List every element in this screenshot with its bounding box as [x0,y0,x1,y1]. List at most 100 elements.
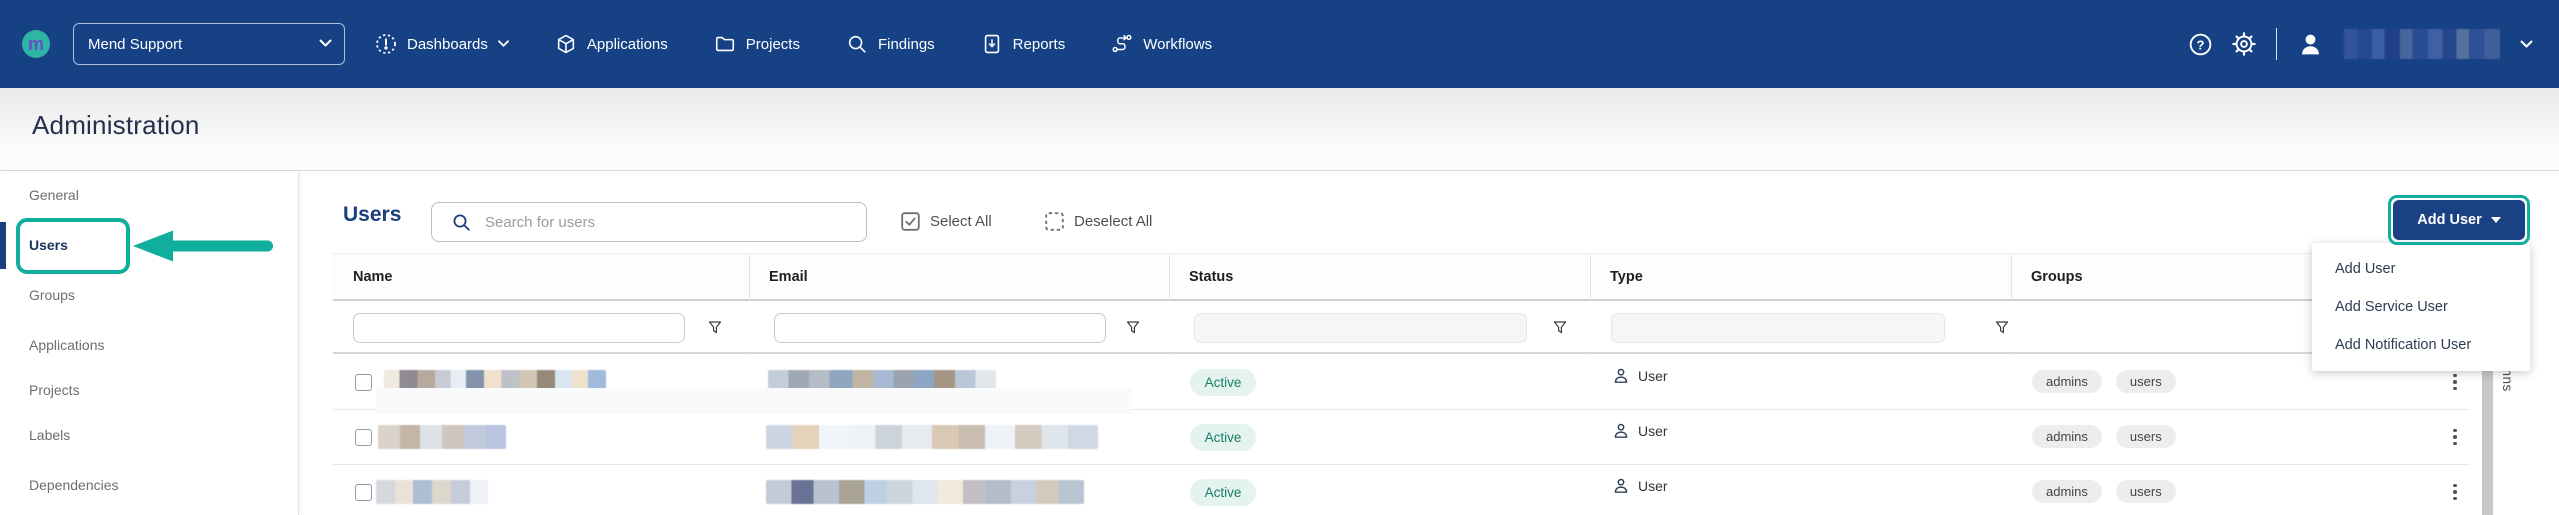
top-navbar: m Mend Support Dashboards [0,0,2559,88]
email-redacted [766,480,1084,504]
menu-item-add-service-user[interactable]: Add Service User [2312,288,2530,326]
chevron-down-icon [498,40,509,48]
column-header-email[interactable]: Email [769,254,808,299]
table-filter-row [333,301,2470,354]
menu-item-add-user[interactable]: Add User [2312,250,2530,288]
sidebar-item-labels[interactable]: Labels [29,425,70,445]
name-redacted [378,425,506,449]
type-cell: User [1613,478,1668,494]
sidebar-item-applications[interactable]: Applications [29,335,105,355]
add-user-menu: Add User Add Service User Add Notificati… [2312,243,2530,371]
filter-input-type[interactable] [1611,313,1945,343]
cube-icon [555,33,577,55]
nav-divider [2276,28,2277,60]
table-row[interactable]: Active User admins users [333,465,2470,515]
folder-icon [714,33,736,55]
sidebar-item-general[interactable]: General [29,185,79,205]
table-row[interactable]: Active User admins users [333,410,2470,465]
vertical-scrollbar[interactable] [2482,355,2493,515]
section-title: Users [343,203,401,227]
help-icon[interactable]: ? [2189,33,2212,56]
organization-selector[interactable]: Mend Support [73,23,345,65]
nav-label: Reports [1013,36,1066,53]
filter-input-name[interactable] [353,313,685,343]
nav-item-workflows[interactable]: Workflows [1111,33,1212,55]
user-type-icon [1613,368,1629,384]
groups-cell: admins users [2032,370,2176,393]
nav-label: Projects [746,36,800,53]
group-tag: admins [2032,370,2102,393]
table-header-row: Name Email Status Type Groups [333,253,2470,301]
magnifier-icon [846,33,868,55]
sidebar-item-projects[interactable]: Projects [29,380,80,400]
report-icon [981,33,1003,55]
select-all-label: Select All [930,213,992,230]
sidebar-item-dependencies[interactable]: Dependencies [29,475,119,495]
add-user-button-label: Add User [2417,212,2481,228]
row-menu-button[interactable] [2448,369,2462,395]
nav-item-reports[interactable]: Reports [981,33,1066,55]
search-icon [452,213,471,232]
row-checkbox[interactable] [355,484,372,501]
chevron-down-icon [319,39,332,48]
gauge-icon [375,33,397,55]
deselect-all-button[interactable]: Deselect All [1045,212,1152,231]
column-header-groups[interactable]: Groups [2031,254,2083,299]
row-checkbox[interactable] [355,429,372,446]
column-header-type[interactable]: Type [1610,254,1643,299]
filter-funnel-icon[interactable] [1126,321,1140,334]
page-body: General Users Groups Applications Projec… [0,171,2559,515]
add-user-button[interactable]: Add User [2393,200,2525,240]
chevron-down-icon[interactable] [2520,40,2533,49]
page-title: Administration [32,110,200,141]
checkbox-checked-icon [901,212,920,231]
nav-item-dashboards[interactable]: Dashboards [375,33,509,55]
search-input[interactable] [485,214,854,231]
type-cell: User [1613,368,1668,384]
row-checkbox[interactable] [355,374,372,391]
group-tag: users [2116,370,2176,393]
user-name-redacted [2344,29,2500,59]
nav-item-projects[interactable]: Projects [714,33,800,55]
groups-cell: admins users [2032,480,2176,503]
groups-cell: admins users [2032,425,2176,448]
sidebar-item-users[interactable]: Users [29,235,68,255]
status-badge: Active [1190,424,1256,451]
filter-input-status[interactable] [1194,313,1527,343]
app-window: m Mend Support Dashboards [0,0,2559,515]
filter-funnel-icon[interactable] [1995,321,2009,334]
nav-right-cluster: ? [2189,28,2559,60]
user-search[interactable] [431,202,867,242]
nav-item-findings[interactable]: Findings [846,33,935,55]
nav-label: Dashboards [407,36,488,53]
filter-funnel-icon[interactable] [708,321,722,334]
dashed-square-icon [1045,212,1064,231]
organization-name: Mend Support [88,36,182,53]
select-all-button[interactable]: Select All [901,212,992,231]
nav-item-applications[interactable]: Applications [555,33,668,55]
column-header-status[interactable]: Status [1189,254,1233,299]
type-label: User [1638,478,1668,494]
email-redacted [766,425,1098,449]
name-redacted [376,480,488,504]
menu-item-add-notification-user[interactable]: Add Notification User [2312,326,2530,364]
type-label: User [1638,368,1668,384]
mend-logo-icon[interactable]: m [21,29,51,59]
redaction-overlay [376,388,1132,414]
type-label: User [1638,423,1668,439]
admin-sidebar: General Users Groups Applications Projec… [0,171,299,515]
page-header: Administration [0,88,2559,171]
selected-item-bar [0,222,6,269]
filter-input-email[interactable] [774,313,1106,343]
column-header-name[interactable]: Name [353,254,393,299]
group-tag: users [2116,425,2176,448]
gear-icon[interactable] [2232,32,2256,56]
filter-funnel-icon[interactable] [1553,321,1567,334]
row-menu-button[interactable] [2448,479,2462,505]
row-menu-button[interactable] [2448,424,2462,450]
sidebar-item-groups[interactable]: Groups [29,285,75,305]
person-icon[interactable] [2297,31,2324,58]
group-tag: admins [2032,480,2102,503]
user-type-icon [1613,423,1629,439]
workflow-icon [1111,33,1133,55]
